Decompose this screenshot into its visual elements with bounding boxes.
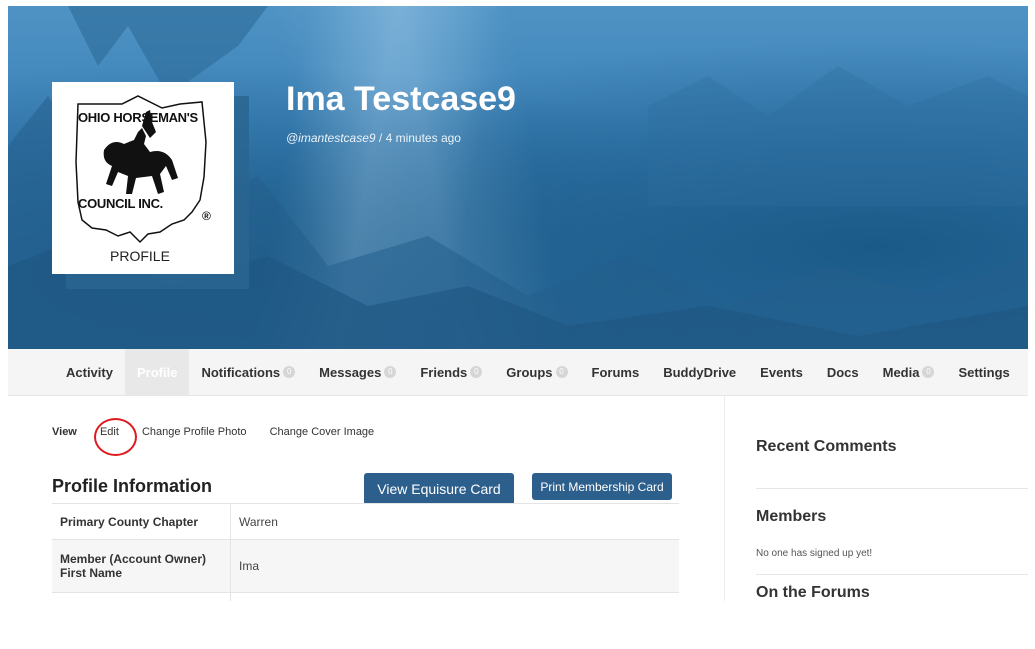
nav-item-groups[interactable]: Groups 0: [494, 349, 579, 395]
members-title: Members: [756, 508, 827, 525]
table-row: Primary County Chapter Warren: [52, 503, 679, 540]
nav-label: BuddyDrive: [663, 364, 737, 380]
nav-label: Notifications: [201, 364, 281, 380]
nav-label: Forums: [591, 364, 640, 380]
edit-annotation-circle: [94, 418, 137, 456]
count-badge: 0: [470, 366, 483, 378]
nav-label: Events: [760, 364, 803, 380]
nav-item-events[interactable]: Events: [748, 349, 815, 395]
count-badge: 0: [555, 366, 568, 378]
table-row: Member (Account Owner) First Name Ima: [52, 539, 679, 593]
recent-comments-title: Recent Comments: [756, 438, 897, 455]
count-badge: 0: [922, 366, 935, 378]
logo-caption: PROFILE: [110, 248, 170, 264]
content-divider: [724, 395, 725, 601]
logo-text-top: OHIO HORSEMAN'S: [78, 110, 198, 125]
registered-mark: ®: [202, 209, 211, 223]
nav-item-media[interactable]: Media 0: [871, 349, 947, 395]
nav-label: Profile: [136, 364, 178, 380]
profile-meta: @imantestcase9 / 4 minutes ago: [286, 131, 461, 145]
nav-item-buddydrive[interactable]: BuddyDrive: [651, 349, 748, 395]
subnav-view[interactable]: View: [52, 426, 77, 438]
nav-item-messages[interactable]: Messages 0: [307, 349, 408, 395]
nav-label: Settings: [958, 364, 1010, 380]
last-active: 4 minutes ago: [385, 131, 461, 145]
subnav-change-cover-image[interactable]: Change Cover Image: [270, 426, 375, 438]
nav-label: Groups: [506, 364, 553, 380]
sidebar-divider: [756, 488, 1028, 489]
profile-handle: @imantestcase9: [286, 131, 376, 145]
nav-item-forums[interactable]: Forums: [580, 349, 652, 395]
nav-label: Messages: [319, 364, 382, 380]
field-value: Warren: [230, 503, 679, 540]
nav-item-settings[interactable]: Settings: [946, 349, 1021, 395]
nav-label: Media: [882, 364, 920, 380]
profile-name: Ima Testcase9: [286, 80, 516, 118]
nav-item-activity[interactable]: Activity: [54, 349, 125, 395]
profile-avatar[interactable]: OHIO HORSEMAN'S COUNCIL INC. ® PROFILE: [52, 82, 234, 274]
nav-item-profile[interactable]: Profile: [124, 349, 190, 395]
field-label: Member (Account Owner) First Name: [52, 539, 231, 593]
table-row: [52, 592, 679, 601]
screenshot-frame: OHIO HORSEMAN'S COUNCIL INC. ® PROFILE I…: [8, 6, 1028, 601]
nav-item-notifications[interactable]: Notifications 0: [189, 349, 307, 395]
count-badge: 0: [384, 366, 397, 378]
nav-label: Activity: [66, 364, 113, 380]
field-value: [230, 592, 679, 601]
field-label: [52, 592, 231, 601]
print-membership-card-button[interactable]: Print Membership Card: [532, 473, 672, 500]
count-badge: 0: [283, 366, 296, 378]
forums-title: On the Forums: [756, 584, 870, 601]
profile-info-table: Primary County Chapter Warren Member (Ac…: [52, 503, 679, 601]
nav-label: Docs: [826, 364, 859, 380]
subnav-change-profile-photo[interactable]: Change Profile Photo: [142, 426, 247, 438]
view-equisure-card-button[interactable]: View Equisure Card: [364, 473, 514, 505]
sidebar-divider: [756, 574, 1028, 575]
field-label: Primary County Chapter: [52, 503, 231, 540]
logo-text-middle: COUNCIL INC.: [78, 196, 163, 211]
profile-nav: Activity Profile Notifications 0 Messages…: [8, 349, 1028, 396]
members-empty-text: No one has signed up yet!: [756, 548, 873, 559]
nav-item-friends[interactable]: Friends 0: [408, 349, 494, 395]
nav-item-docs[interactable]: Docs: [815, 349, 871, 395]
field-value: Ima: [230, 539, 679, 593]
profile-information-title: Profile Information: [52, 476, 213, 496]
meta-separator: /: [375, 131, 386, 145]
nav-label: Friends: [420, 364, 468, 380]
